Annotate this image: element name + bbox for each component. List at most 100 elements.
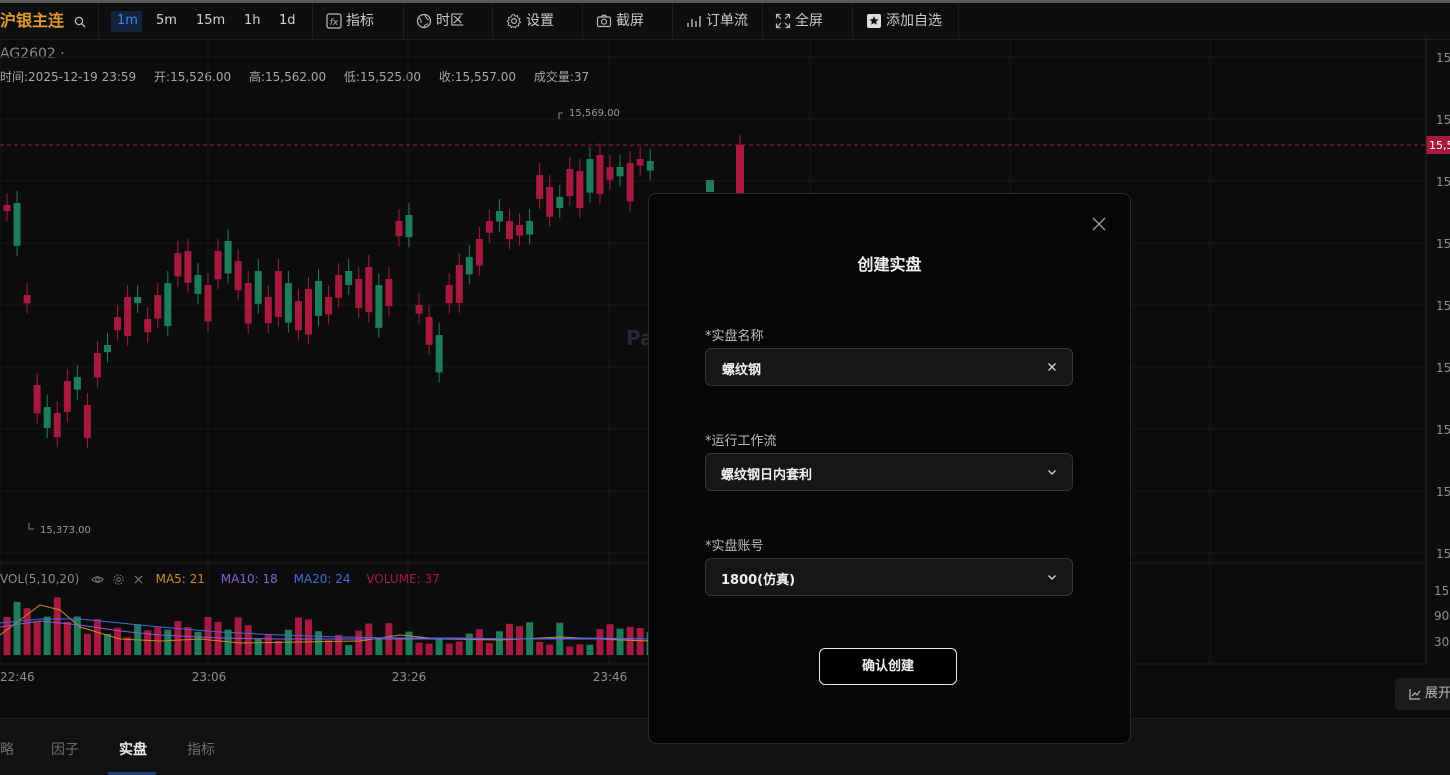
toolbar-divider: [492, 3, 493, 39]
last-price-tag: 15,5: [1429, 139, 1450, 152]
close-icon[interactable]: [133, 574, 144, 585]
time-ticks: 22:46 23:06 23:26 23:46: [0, 670, 627, 684]
indicators-button[interactable]: fx 指标: [326, 3, 374, 39]
candle-body: [53, 413, 61, 438]
candle-body: [526, 221, 534, 235]
candle-body: [536, 175, 544, 199]
toolbar-divider: [98, 3, 99, 39]
order-flow-button[interactable]: 订单流: [686, 3, 748, 39]
volume-bars: [3, 597, 654, 655]
tab-strategy[interactable]: 略: [0, 739, 14, 759]
volume-bar: [546, 644, 554, 655]
candle-body: [184, 251, 192, 283]
add-watchlist-button[interactable]: 添加自选: [866, 3, 942, 39]
gear-icon[interactable]: [112, 573, 125, 586]
period-1h[interactable]: 1h: [244, 3, 261, 39]
volume-bar: [33, 621, 41, 655]
candle-body: [335, 275, 343, 298]
candle-body: [204, 285, 212, 322]
timezone-button[interactable]: 时区: [416, 3, 464, 39]
tab-live-trading[interactable]: 实盘: [119, 739, 147, 759]
volume-bar: [53, 597, 61, 655]
candle-body: [395, 221, 403, 237]
volume-bar: [184, 626, 192, 655]
volume-bar: [254, 638, 262, 655]
workflow-value: 螺纹钢日内套利: [721, 468, 813, 483]
volume-bar: [596, 629, 604, 655]
bar-chart-icon: [687, 16, 701, 27]
candle-body: [606, 167, 614, 180]
create-live-dialog: 创建实盘 *实盘名称 *运行工作流 螺纹钢日内套利 *实盘账号 1800(仿真)…: [648, 193, 1131, 744]
order-flow-label: 订单流: [706, 13, 748, 29]
max-price-marker: 15,569.00: [558, 108, 620, 119]
period-1d[interactable]: 1d: [279, 3, 296, 39]
volume-bar: [204, 617, 212, 655]
live-name-input[interactable]: [720, 349, 1034, 387]
candle-body: [315, 281, 323, 316]
price-tick-label: 15,: [1436, 423, 1450, 437]
current-volume: VOLUME: 37: [366, 572, 440, 586]
volume-bar: [465, 633, 473, 655]
confirm-create-button[interactable]: 确认创建: [819, 648, 957, 685]
close-icon[interactable]: [1090, 215, 1108, 233]
account-select[interactable]: 1800(仿真): [705, 558, 1073, 596]
period-15m[interactable]: 15m: [196, 3, 225, 39]
add-watchlist-label: 添加自选: [886, 13, 942, 29]
volume-legend: VOL(5,10,20) MA5: 21 MA10: 18 MA20: 24 V…: [0, 572, 440, 586]
candle-body: [13, 203, 21, 246]
tab-factors[interactable]: 因子: [51, 739, 79, 759]
candle-body: [375, 285, 383, 328]
star-icon: [867, 14, 881, 28]
candle-body: [586, 159, 594, 193]
candle-body: [254, 271, 262, 304]
screenshot-button[interactable]: 截屏: [596, 3, 644, 39]
candles: [3, 135, 744, 448]
toolbar-divider: [958, 3, 959, 39]
fullscreen-icon: [775, 13, 791, 29]
volume-bar: [345, 645, 353, 655]
time-tick-label: 23:26: [392, 670, 427, 684]
volume-bar: [264, 634, 272, 655]
candle-body: [465, 257, 473, 275]
volume-bar: [435, 637, 443, 655]
symbol-name: 沪银主连: [0, 11, 65, 30]
tab-indicators[interactable]: 指标: [187, 739, 215, 759]
ma5-value: MA5: 21: [155, 572, 205, 586]
price-tick-label: 15,: [1436, 547, 1450, 561]
candle-body: [174, 253, 182, 277]
candle-body: [305, 289, 312, 335]
candle-body: [33, 385, 41, 414]
candle-body: [214, 251, 222, 280]
candle-body: [646, 161, 654, 171]
volume-bar: [244, 625, 252, 655]
period-1m[interactable]: 1m: [117, 3, 138, 39]
period-5m[interactable]: 5m: [156, 3, 177, 39]
candle-body: [706, 180, 714, 192]
fullscreen-button[interactable]: 全屏: [775, 3, 823, 39]
price-tick-label: 15,: [1436, 175, 1450, 189]
toolbar-divider: [582, 3, 583, 39]
volume-bar: [305, 619, 312, 655]
candle-body: [83, 405, 91, 438]
toolbar-divider: [312, 3, 313, 39]
search-icon: [74, 16, 86, 27]
live-name-field[interactable]: [705, 348, 1073, 387]
time-tick-label: 23:46: [593, 670, 628, 684]
function-icon: fx: [326, 13, 342, 29]
time-tick-label: 22:46: [0, 670, 35, 684]
expand-panel-button[interactable]: 展开: [1395, 678, 1450, 710]
volume-bar: [274, 640, 282, 655]
volume-ticks: 150 90 30: [1434, 584, 1450, 649]
workflow-select[interactable]: 螺纹钢日内套利: [705, 453, 1073, 491]
volume-bar: [315, 631, 323, 655]
symbol-selector[interactable]: 沪银主连: [0, 3, 90, 39]
candle-body: [445, 285, 453, 304]
candle-body: [546, 187, 554, 217]
settings-button[interactable]: 设置: [506, 3, 554, 39]
candle-body: [194, 275, 202, 294]
clear-icon[interactable]: [1046, 361, 1058, 373]
account-value: 1800(仿真): [721, 573, 796, 588]
candle-body: [345, 271, 353, 286]
eye-icon[interactable]: [91, 573, 104, 586]
candle-body: [626, 163, 634, 202]
